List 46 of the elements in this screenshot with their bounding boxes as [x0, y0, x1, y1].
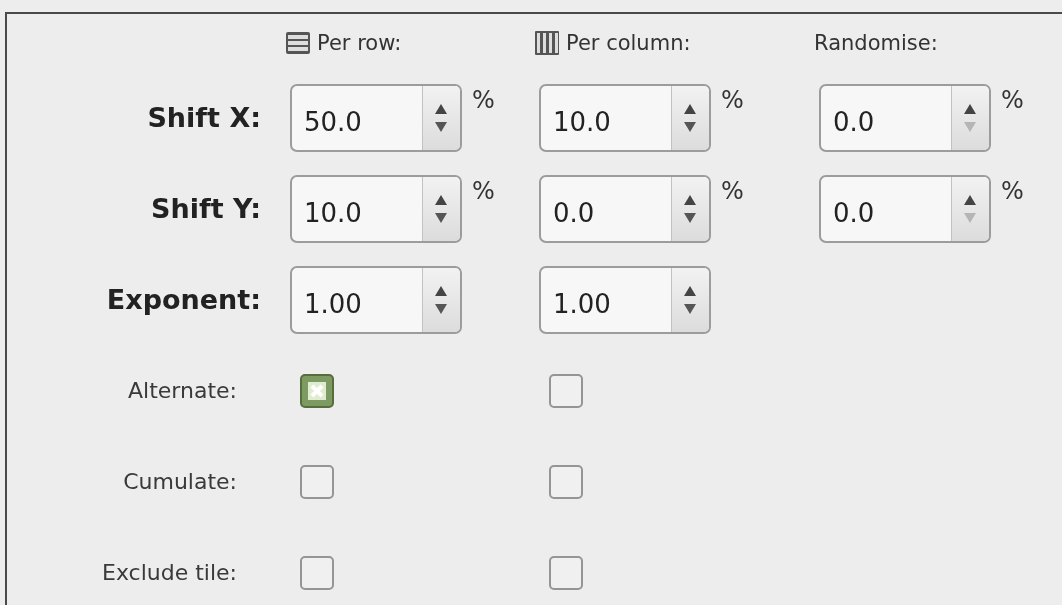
- row-label: Alternate:: [128, 378, 238, 403]
- checkbox[interactable]: [300, 555, 334, 590]
- row-label: Cumulate:: [123, 469, 238, 494]
- unit-label: %: [472, 176, 495, 205]
- unit-label: %: [1001, 85, 1024, 114]
- up-arrow-icon[interactable]: [684, 103, 697, 114]
- spin-field[interactable]: 50.0: [290, 83, 462, 152]
- column-heading: Per row:: [317, 31, 402, 55]
- unit-label: %: [721, 85, 744, 114]
- down-arrow-icon[interactable]: [435, 303, 448, 314]
- up-arrow-icon[interactable]: [684, 285, 697, 296]
- check-mark-icon: [307, 380, 327, 401]
- unit-label: %: [721, 176, 744, 205]
- row-label: Shift X:: [147, 102, 262, 133]
- spin-field[interactable]: 10.0: [290, 174, 462, 243]
- row-label: Exponent:: [106, 284, 262, 315]
- checkbox[interactable]: [549, 464, 583, 499]
- spin-field[interactable]: 0.0: [819, 174, 991, 243]
- spin-field[interactable]: 10.0: [539, 83, 711, 152]
- checkbox[interactable]: [300, 373, 334, 408]
- unit-label: %: [472, 85, 495, 114]
- row-label: Shift Y:: [151, 193, 262, 224]
- up-arrow-icon[interactable]: [435, 285, 448, 296]
- spin-field[interactable]: 1.00: [290, 265, 462, 334]
- column-heading: Randomise:: [814, 31, 938, 55]
- checkbox[interactable]: [300, 464, 334, 499]
- spin-field[interactable]: 0.0: [819, 83, 991, 152]
- unit-label: %: [1001, 176, 1024, 205]
- up-arrow-icon[interactable]: [964, 103, 977, 114]
- columns-icon: [534, 30, 560, 56]
- checkbox[interactable]: [549, 373, 583, 408]
- down-arrow-icon[interactable]: [684, 121, 697, 132]
- column-heading: Per column:: [566, 31, 691, 55]
- down-arrow-icon[interactable]: [684, 212, 697, 223]
- checkbox[interactable]: [549, 555, 583, 590]
- up-arrow-icon[interactable]: [684, 194, 697, 205]
- rows-icon: [285, 31, 311, 55]
- up-arrow-icon[interactable]: [435, 194, 448, 205]
- spin-field[interactable]: 1.00: [539, 265, 711, 334]
- row-label: Exclude tile:: [102, 560, 238, 585]
- down-arrow-icon[interactable]: [435, 121, 448, 132]
- up-arrow-icon[interactable]: [964, 194, 977, 205]
- down-arrow-icon[interactable]: [435, 212, 448, 223]
- up-arrow-icon[interactable]: [435, 103, 448, 114]
- down-arrow-icon[interactable]: [684, 303, 697, 314]
- spin-field[interactable]: 0.0: [539, 174, 711, 243]
